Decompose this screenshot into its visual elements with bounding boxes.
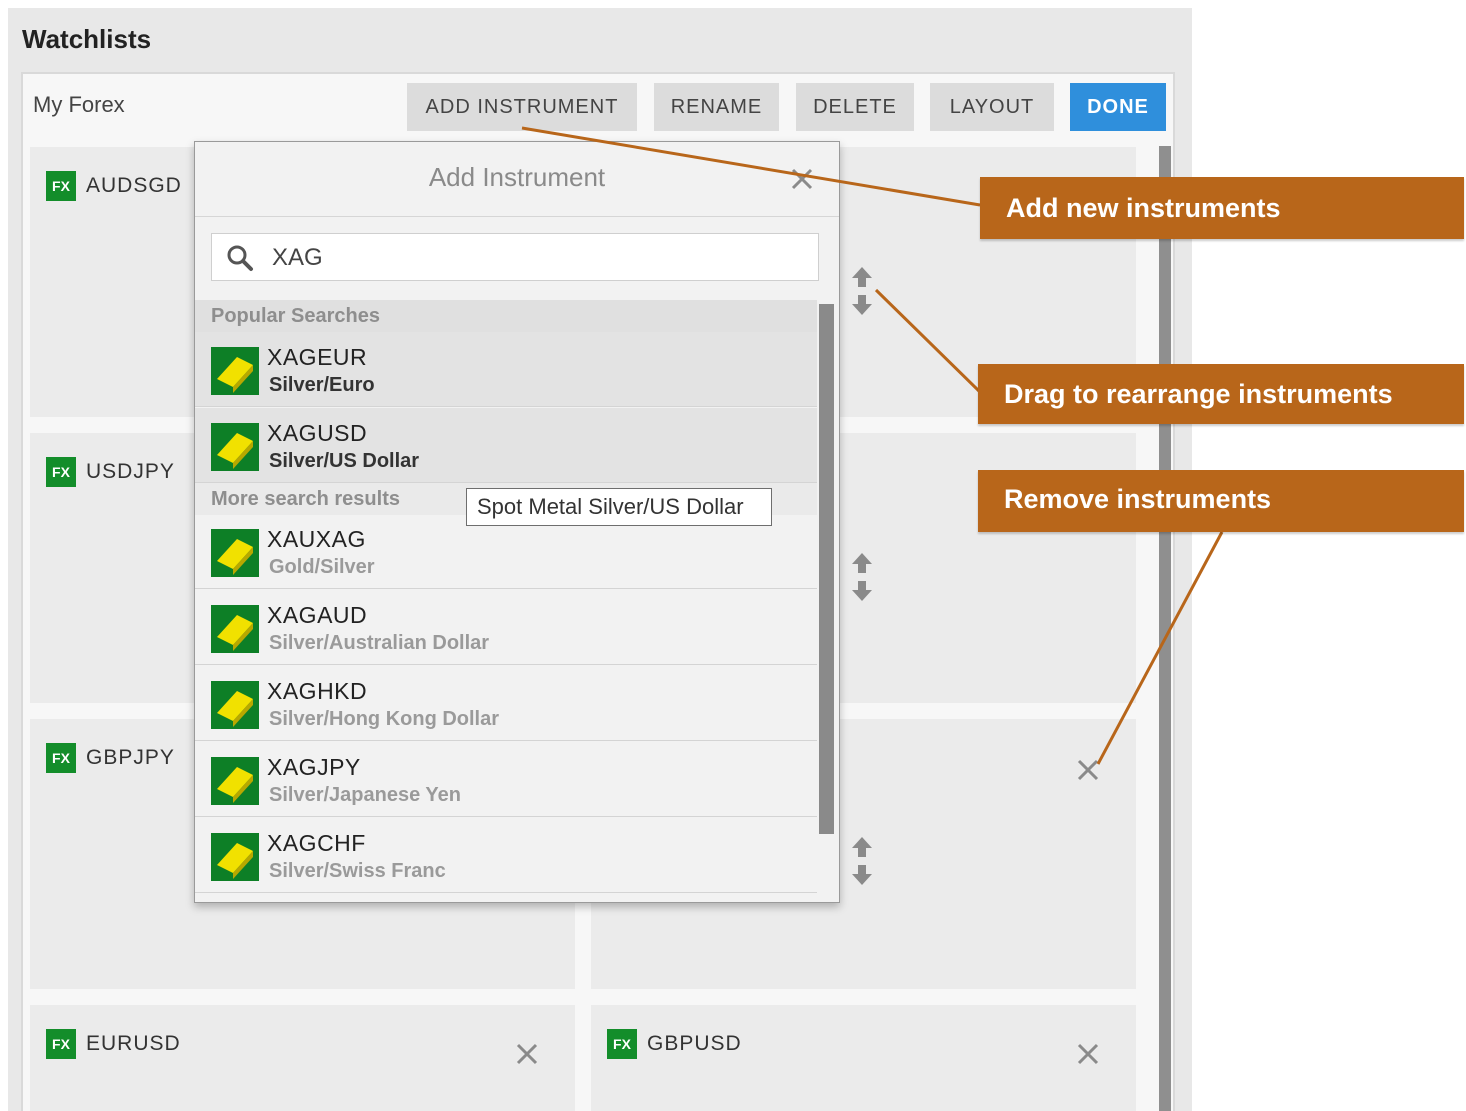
result-code: XAGJPY [267, 754, 361, 780]
drag-handle-icon[interactable] [847, 265, 877, 317]
result-code: XAUXAG [267, 526, 366, 552]
delete-button[interactable]: DELETE [796, 83, 914, 131]
instrument-symbol: USDJPY [86, 460, 175, 483]
result-description: Silver/Swiss Franc [269, 860, 446, 882]
fx-badge: FX [46, 743, 76, 773]
result-description: Silver/Australian Dollar [269, 632, 490, 654]
remove-icon[interactable] [512, 1039, 542, 1069]
panel-title: Watchlists [22, 24, 152, 54]
divider [195, 216, 839, 217]
search-results: Popular Searches XAGEUR Silver/Euro XAGU… [195, 300, 817, 902]
silver-bar-icon [211, 605, 259, 653]
result-code: XAGAUD [267, 602, 368, 628]
instrument-tile[interactable]: FX EURUSD [30, 1005, 575, 1111]
result-code: XAGEUR [267, 344, 368, 370]
tooltip: Spot Metal Silver/US Dollar [466, 488, 772, 526]
section-header-popular: Popular Searches [195, 300, 817, 332]
callout-remove: Remove instruments [978, 470, 1464, 532]
add-instrument-button[interactable]: ADD INSTRUMENT [407, 83, 637, 131]
result-description: Silver/Japanese Yen [269, 784, 461, 806]
result-code: XAGCHF [267, 830, 366, 856]
fx-badge: FX [46, 171, 76, 201]
instrument-tile[interactable]: FX GBPUSD [591, 1005, 1136, 1111]
silver-bar-icon [211, 757, 259, 805]
instrument-symbol: GBPUSD [647, 1032, 742, 1055]
silver-bar-icon [211, 529, 259, 577]
fx-badge: FX [46, 457, 76, 487]
result-description: Silver/Euro [269, 374, 375, 396]
result-item[interactable]: XAGAUD Silver/Australian Dollar [195, 590, 817, 665]
result-item[interactable]: XAGUSD Silver/US Dollar [195, 408, 817, 483]
result-description: Silver/Hong Kong Dollar [269, 708, 500, 730]
instrument-symbol: EURUSD [86, 1032, 181, 1055]
remove-icon[interactable] [1073, 1039, 1103, 1069]
callout-drag: Drag to rearrange instruments [978, 364, 1464, 424]
dialog-title: Add Instrument [428, 162, 606, 192]
silver-bar-icon [211, 347, 259, 395]
result-item[interactable]: XAGCHF Silver/Swiss Franc [195, 818, 817, 893]
fx-badge: FX [607, 1029, 637, 1059]
watchlist-scrollbar[interactable] [1159, 146, 1171, 1111]
remove-icon[interactable] [1073, 755, 1103, 785]
result-item[interactable]: XAGJPY Silver/Japanese Yen [195, 742, 817, 817]
silver-bar-icon [211, 423, 259, 471]
instrument-symbol: GBPJPY [86, 746, 175, 769]
callout-add: Add new instruments [980, 177, 1464, 239]
layout-button[interactable]: LAYOUT [930, 83, 1054, 131]
fx-badge: FX [46, 1029, 76, 1059]
result-description: Gold/Silver [269, 556, 375, 578]
result-item[interactable]: XAGEUR Silver/Euro [195, 332, 817, 407]
drag-handle-icon[interactable] [847, 551, 877, 603]
result-description: Silver/US Dollar [269, 450, 420, 472]
result-item[interactable]: XAGHKD Silver/Hong Kong Dollar [195, 666, 817, 741]
instrument-symbol: AUDSGD [86, 174, 182, 197]
done-button[interactable]: DONE [1070, 83, 1166, 131]
result-code: XAGHKD [267, 678, 368, 704]
search-input[interactable] [270, 240, 794, 276]
silver-bar-icon [211, 833, 259, 881]
drag-handle-icon[interactable] [847, 835, 877, 887]
close-icon[interactable] [789, 166, 815, 192]
search-box[interactable] [211, 233, 819, 281]
search-icon [227, 245, 253, 271]
watchlist-name: My Forex [33, 92, 125, 117]
result-code: XAGUSD [267, 420, 368, 446]
rename-button[interactable]: RENAME [654, 83, 779, 131]
silver-bar-icon [211, 681, 259, 729]
results-scrollbar[interactable] [819, 304, 834, 834]
